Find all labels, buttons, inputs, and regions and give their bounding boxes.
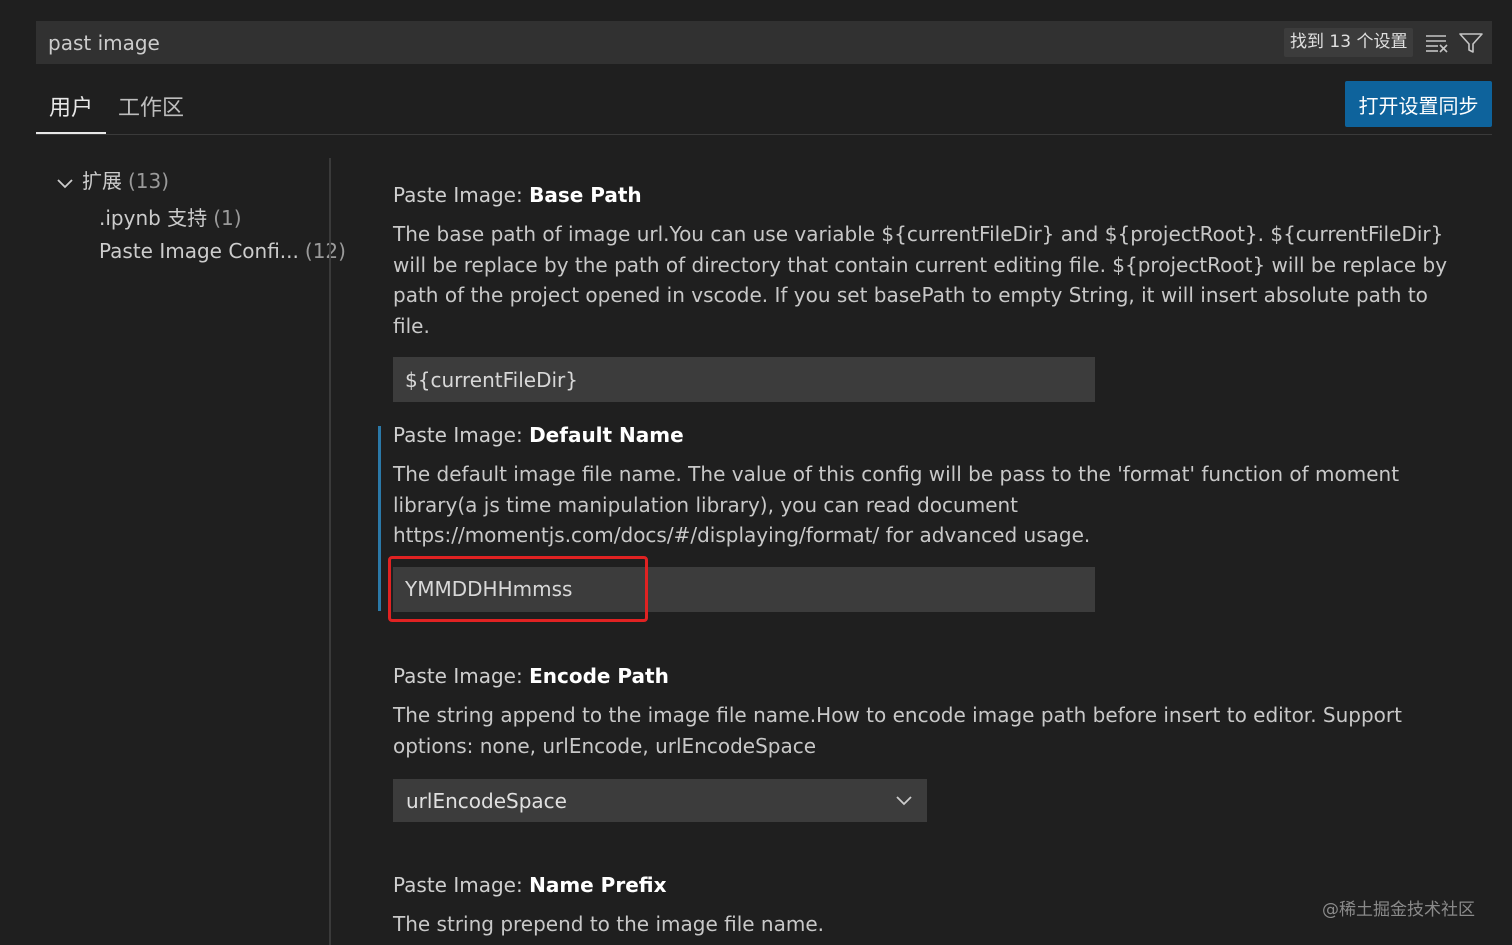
setting-name: Default Name xyxy=(529,423,684,447)
base-path-input[interactable] xyxy=(393,357,1095,402)
settings-toc: 扩展 (13) .ipynb 支持 (1) Paste Image Confi...… xyxy=(36,155,346,945)
setting-description: The string prepend to the image file nam… xyxy=(393,912,824,936)
toc-item-ipynb[interactable]: .ipynb 支持 (1) xyxy=(99,202,242,231)
setting-title: Paste Image: Default Name xyxy=(393,423,1463,447)
settings-search-input[interactable] xyxy=(36,21,1290,64)
chevron-down-icon xyxy=(894,792,914,810)
select-value: urlEncodeSpace xyxy=(406,789,567,813)
turn-on-settings-sync-button[interactable]: 打开设置同步 xyxy=(1345,81,1492,127)
toc-group-extensions[interactable]: 扩展 (13) xyxy=(56,165,169,194)
tabs-divider xyxy=(36,134,1492,135)
settings-search-bar: 找到 13 个设置 xyxy=(36,21,1492,64)
setting-title: Paste Image: Encode Path xyxy=(393,664,1463,688)
focused-setting-indicator xyxy=(378,426,381,611)
setting-name: Base Path xyxy=(529,183,642,207)
setting-category: Paste Image: xyxy=(393,873,530,897)
filter-icon[interactable] xyxy=(1458,31,1484,55)
toc-divider xyxy=(329,158,331,945)
settings-scope-tabs: 用户 工作区 xyxy=(36,84,1492,136)
setting-name-prefix: Paste Image: Name Prefix The string prep… xyxy=(393,873,1463,940)
clear-filter-icon[interactable] xyxy=(1424,31,1450,55)
setting-category: Paste Image: xyxy=(393,664,530,688)
tab-user[interactable]: 用户 xyxy=(36,92,106,134)
setting-encode-path: Paste Image: Encode Path The string appe… xyxy=(393,664,1463,822)
search-result-count: 找到 13 个设置 xyxy=(1284,28,1414,57)
toc-item-label: Paste Image Confi... xyxy=(99,239,299,263)
setting-base-path: Paste Image: Base Path The base path of … xyxy=(393,183,1463,402)
setting-description: The base path of image url.You can use v… xyxy=(393,222,1448,338)
annotation-highlight-box xyxy=(388,556,648,622)
setting-category: Paste Image: xyxy=(393,183,530,207)
setting-description: The string append to the image file name… xyxy=(393,703,1402,758)
watermark: @稀土掘金技术社区 xyxy=(1322,900,1475,920)
setting-category: Paste Image: xyxy=(393,423,530,447)
toc-item-label: .ipynb 支持 xyxy=(99,206,208,230)
setting-name: Name Prefix xyxy=(529,873,667,897)
chevron-down-icon xyxy=(56,174,74,192)
toc-item-count: (12) xyxy=(304,239,346,263)
setting-title: Paste Image: Base Path xyxy=(393,183,1463,207)
setting-name: Encode Path xyxy=(529,664,669,688)
setting-title: Paste Image: Name Prefix xyxy=(393,873,1463,897)
tab-workspace[interactable]: 工作区 xyxy=(116,92,186,132)
encode-path-select[interactable]: urlEncodeSpace xyxy=(393,779,927,822)
setting-description: The default image file name. The value o… xyxy=(393,462,1400,547)
toc-item-count: (1) xyxy=(213,206,242,230)
toc-item-paste-image[interactable]: Paste Image Confi... (12) xyxy=(99,239,346,263)
toc-group-label: 扩展 xyxy=(82,169,122,193)
toc-group-count: (13) xyxy=(128,169,170,193)
